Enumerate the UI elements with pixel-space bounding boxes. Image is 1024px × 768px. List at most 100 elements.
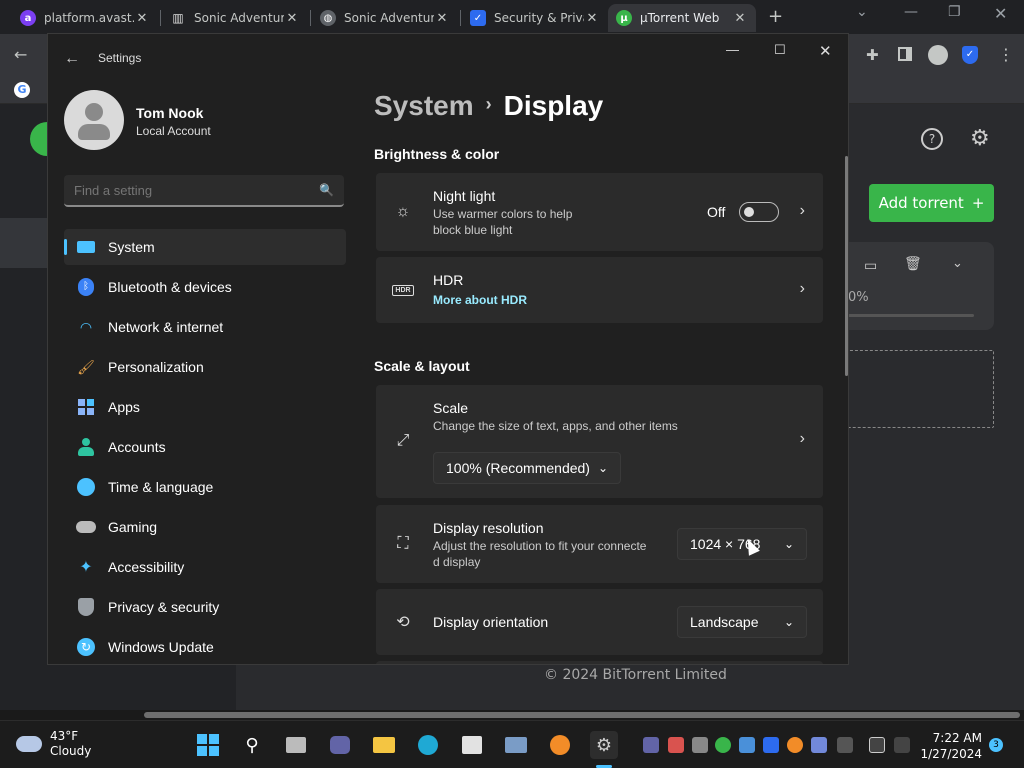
back-arrow-icon[interactable]: ← (64, 50, 80, 68)
torrent-card[interactable]: ▭ 🗑 ⌄ 0% (838, 242, 994, 330)
nav-bluetooth-devices[interactable]: ᛒ Bluetooth & devices (64, 269, 346, 305)
nav-accounts[interactable]: Accounts (64, 429, 346, 465)
menu-kebab-icon[interactable]: ⋮ (998, 45, 1014, 64)
tray-app-icon[interactable] (668, 737, 684, 753)
chevron-right-icon[interactable]: › (800, 280, 805, 298)
nav-personalization[interactable]: 🖌 Personalization (64, 349, 346, 385)
close-icon[interactable]: ✕ (134, 11, 150, 26)
tab-avast[interactable]: a platform.avast.com ✕ (12, 4, 158, 32)
breadcrumb-parent[interactable]: System (374, 90, 474, 121)
close-icon[interactable]: ✕ (584, 11, 600, 26)
bluetooth-icon: ᛒ (76, 277, 96, 297)
nav-label: Bluetooth & devices (108, 279, 232, 295)
breadcrumb: System › Display (374, 90, 603, 122)
scrollbar[interactable] (845, 156, 848, 376)
display-orientation-card[interactable]: ⟲ Display orientation Landscape ⌄ (376, 589, 823, 655)
notification-badge[interactable]: 3 (989, 738, 1003, 752)
scale-card[interactable]: ⤢ Scale Change the size of text, apps, a… (376, 385, 823, 498)
night-light-card[interactable]: ☼ Night light Use warmer colors to help … (376, 173, 823, 251)
next-card-partial[interactable] (376, 661, 823, 664)
chevron-down-icon[interactable]: ⌄ (952, 256, 963, 271)
restore-icon[interactable]: ❐ (948, 4, 961, 20)
search-box[interactable]: 🔍 (64, 175, 344, 207)
nav-windows-update[interactable]: ↻ Windows Update (64, 629, 346, 664)
shield-check-icon: ✓ (470, 10, 486, 26)
start-button[interactable] (194, 731, 222, 759)
utorrent-tray-icon[interactable] (715, 737, 731, 753)
chevron-right-icon[interactable]: › (800, 202, 805, 220)
google-icon[interactable]: G (14, 82, 30, 98)
volume-muted-icon[interactable] (894, 737, 910, 753)
side-panel-icon[interactable] (898, 47, 912, 61)
close-icon[interactable]: ✕ (732, 11, 748, 26)
folder-icon[interactable]: ▭ (864, 258, 877, 274)
settings-taskbar-icon[interactable]: ⚙ (590, 731, 618, 759)
new-tab-button[interactable]: + (768, 6, 783, 27)
avast-tray-icon[interactable] (787, 737, 803, 753)
nav-privacy-security[interactable]: Privacy & security (64, 589, 346, 625)
help-icon[interactable]: ? (921, 128, 943, 150)
horizontal-scrollbar[interactable] (0, 710, 1024, 720)
trash-icon[interactable]: 🗑 (904, 256, 922, 272)
hdr-card[interactable]: HDR HDR More about HDR › (376, 257, 823, 323)
tab-sonic-2[interactable]: ◍ Sonic Adventure ✕ (312, 4, 458, 32)
close-window-icon[interactable]: ✕ (994, 4, 1007, 23)
send-icon[interactable] (837, 737, 853, 753)
drop-zone[interactable] (838, 350, 994, 428)
search-input[interactable] (74, 182, 320, 198)
nav-apps[interactable]: Apps (64, 389, 346, 425)
nav-network-internet[interactable]: ◠ Network & internet (64, 309, 346, 345)
nav-label: System (108, 239, 155, 255)
display-tray-icon[interactable] (869, 737, 885, 753)
tray-network-off-icon[interactable] (692, 737, 708, 753)
teams-icon[interactable] (643, 737, 659, 753)
nav-system[interactable]: System (64, 229, 346, 265)
back-arrow-icon[interactable]: ← (14, 45, 27, 64)
edge-icon[interactable] (414, 731, 442, 759)
meet-icon[interactable] (326, 731, 354, 759)
tab-utorrent[interactable]: µ µTorrent Web ✕ (608, 4, 756, 32)
file-explorer-icon[interactable] (370, 731, 398, 759)
resolution-dropdown[interactable]: 1024 × 768 ⌄ (677, 528, 807, 560)
extensions-icon[interactable]: ✚ (866, 46, 879, 64)
avatar[interactable] (64, 90, 124, 150)
weather-widget[interactable]: 43°F Cloudy (16, 729, 91, 759)
torrent-progress-text: 0% (848, 290, 869, 305)
profile-avatar-icon[interactable] (928, 45, 948, 65)
nav-label: Privacy & security (108, 599, 220, 615)
tab-search-icon[interactable]: ⌄ (856, 4, 868, 20)
scale-dropdown[interactable]: 100% (Recommended) ⌄ (433, 452, 621, 484)
nav-accessibility[interactable]: ✦ Accessibility (64, 549, 346, 585)
search-icon[interactable]: 🔍 (319, 183, 334, 197)
tab-sonic-1[interactable]: ▥ Sonic Adventure ✕ (162, 4, 308, 32)
store-icon[interactable] (458, 731, 486, 759)
task-view-icon[interactable] (282, 731, 310, 759)
night-light-toggle[interactable] (739, 202, 779, 222)
orientation-dropdown[interactable]: Landscape ⌄ (677, 606, 807, 638)
orientation-value: Landscape (690, 614, 759, 630)
chevron-right-icon[interactable]: › (800, 430, 805, 448)
globe-icon: ◍ (320, 10, 336, 26)
more-about-hdr-link[interactable]: More about HDR (433, 292, 527, 308)
minimize-icon[interactable]: — (904, 4, 918, 20)
tray-window-icon[interactable] (739, 737, 755, 753)
night-light-subtitle: Use warmer colors to help block blue lig… (433, 207, 573, 237)
sun-icon: ☼ (395, 203, 411, 220)
gear-icon[interactable]: ⚙ (970, 126, 990, 151)
settings-content: System › Display Brightness & color ☼ Nigh… (374, 34, 848, 664)
clock[interactable]: 7:22 AM 1/27/2024 (918, 730, 982, 762)
discord-icon[interactable] (811, 737, 827, 753)
nav-gaming[interactable]: Gaming (64, 509, 346, 545)
search-icon[interactable]: ⚲ (238, 731, 266, 759)
avast-browser-icon[interactable] (546, 731, 574, 759)
add-torrent-button[interactable]: Add torrent + (869, 184, 994, 222)
shield-icon (76, 597, 96, 617)
user-name: Tom Nook (136, 105, 204, 121)
close-icon[interactable]: ✕ (434, 11, 450, 26)
close-icon[interactable]: ✕ (284, 11, 300, 26)
defender-icon[interactable] (763, 737, 779, 753)
tab-security-privacy[interactable]: ✓ Security & Privacy ✕ (462, 4, 608, 32)
shield-extension-icon[interactable]: ✓ (962, 46, 978, 64)
nav-time-language[interactable]: Time & language (64, 469, 346, 505)
photos-icon[interactable] (502, 731, 530, 759)
